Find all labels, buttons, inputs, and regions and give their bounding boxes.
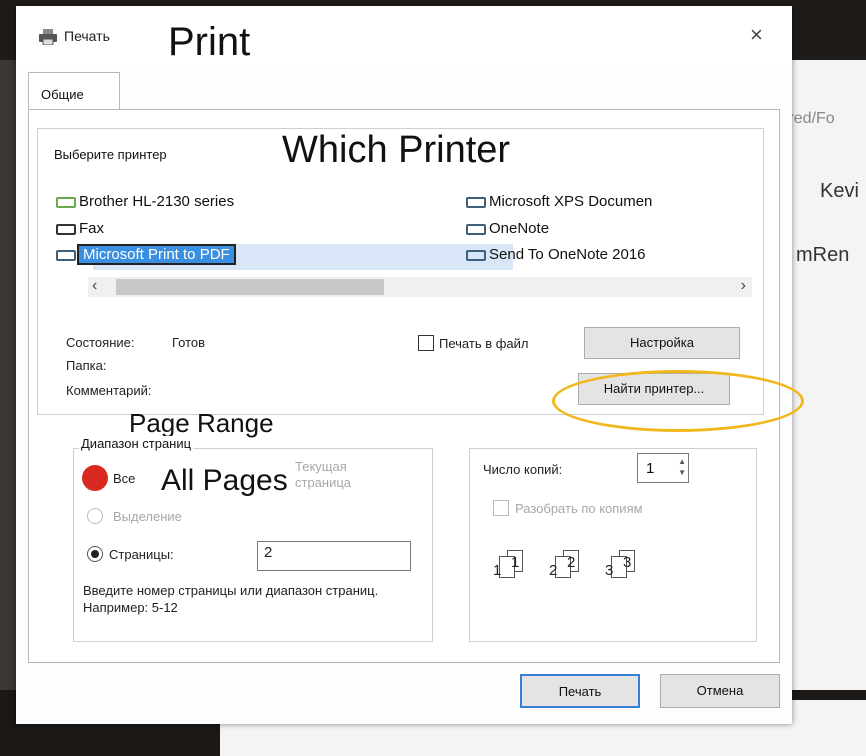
printer-group-label: Выберите принтер xyxy=(52,147,169,162)
title-bar: Печать Print × xyxy=(16,6,792,64)
collate-page-number: 3 xyxy=(623,554,632,571)
collate-page-stack: 1 1 xyxy=(493,550,523,579)
printer-item-pdf[interactable]: Microsoft Print to PDF xyxy=(56,244,236,265)
printer-item-xps[interactable]: Microsoft XPS Documen xyxy=(466,193,652,210)
close-button[interactable]: × xyxy=(750,22,763,48)
collate-page-number: 2 xyxy=(567,554,576,571)
radio-pages[interactable] xyxy=(87,546,103,562)
tab-general[interactable]: Общие xyxy=(28,72,120,110)
print-to-file-label: Печать в файл xyxy=(439,336,529,351)
print-to-file-checkbox[interactable] xyxy=(418,335,434,351)
copies-spinner[interactable]: 1 ▲ ▼ xyxy=(637,453,689,483)
printer-list-scrollbar[interactable]: ‹ › xyxy=(88,277,752,297)
annotation-print: Print xyxy=(168,20,251,64)
pages-input[interactable]: 2 xyxy=(257,541,411,571)
page-range-label: Диапазон страниц xyxy=(79,436,194,451)
collate-page-stack: 3 3 xyxy=(605,550,635,579)
printer-icon xyxy=(56,249,76,261)
printer-item-brother[interactable]: Brother HL-2130 series xyxy=(56,193,234,210)
collate-label: Разобрать по копиям xyxy=(515,501,643,516)
printer-icon xyxy=(466,249,486,261)
collate-page-stack: 2 2 xyxy=(549,550,579,579)
background-text-fragment: Kevi xyxy=(820,180,859,202)
annotation-all-pages: All Pages xyxy=(161,464,288,497)
annotation-which-printer: Which Printer xyxy=(282,129,511,171)
copies-value: 1 xyxy=(646,460,655,477)
copies-label: Число копий: xyxy=(483,462,563,477)
scrollbar-thumb[interactable] xyxy=(116,279,384,295)
scroll-right-icon[interactable]: › xyxy=(741,277,746,295)
spinner-arrows-icon[interactable]: ▲ ▼ xyxy=(678,456,686,478)
printer-icon xyxy=(56,196,76,208)
tab-panel-general: Выберите принтер Which Printer Brother H… xyxy=(28,109,804,663)
copies-group xyxy=(469,448,757,642)
radio-all-label: Все xyxy=(113,471,136,486)
radio-pages-label: Страницы: xyxy=(109,547,174,562)
print-button[interactable]: Печать xyxy=(520,674,640,708)
find-printer-highlight xyxy=(552,370,804,432)
collate-checkbox[interactable] xyxy=(493,500,509,516)
annotation-page-range: Page Range xyxy=(129,408,274,438)
collate-page-number: 2 xyxy=(549,562,558,579)
cancel-button[interactable]: Отмена xyxy=(660,674,780,708)
page-range-hint: Введите номер страницы или диапазон стра… xyxy=(83,583,379,615)
status-label: Состояние: xyxy=(66,335,135,350)
printer-icon xyxy=(39,29,57,45)
radio-current-page-label: Текущая страница xyxy=(295,459,352,490)
scroll-left-icon[interactable]: ‹ xyxy=(92,277,97,295)
radio-selection[interactable] xyxy=(87,508,103,524)
preferences-button[interactable]: Настройка xyxy=(584,327,740,359)
printer-item-onenote[interactable]: OneNote xyxy=(466,220,549,237)
fax-icon xyxy=(56,223,76,235)
status-value: Готов xyxy=(172,335,206,350)
folder-label: Папка: xyxy=(66,358,107,373)
collate-page-number: 3 xyxy=(605,562,614,579)
radio-selection-label: Выделение xyxy=(113,509,182,524)
printer-icon xyxy=(466,223,486,235)
print-dialog: Печать Print × Общие Выберите принтер Wh… xyxy=(16,6,804,724)
printer-item-fax[interactable]: Fax xyxy=(56,220,104,237)
comment-label: Комментарий: xyxy=(66,383,152,398)
collate-page-number: 1 xyxy=(493,562,502,579)
printer-icon xyxy=(466,196,486,208)
background-text-fragment: mRen xyxy=(796,244,850,266)
dialog-title: Печать xyxy=(64,28,110,44)
collate-page-number: 1 xyxy=(511,554,520,571)
printer-item-onenote-2016[interactable]: Send To OneNote 2016 xyxy=(466,246,646,263)
